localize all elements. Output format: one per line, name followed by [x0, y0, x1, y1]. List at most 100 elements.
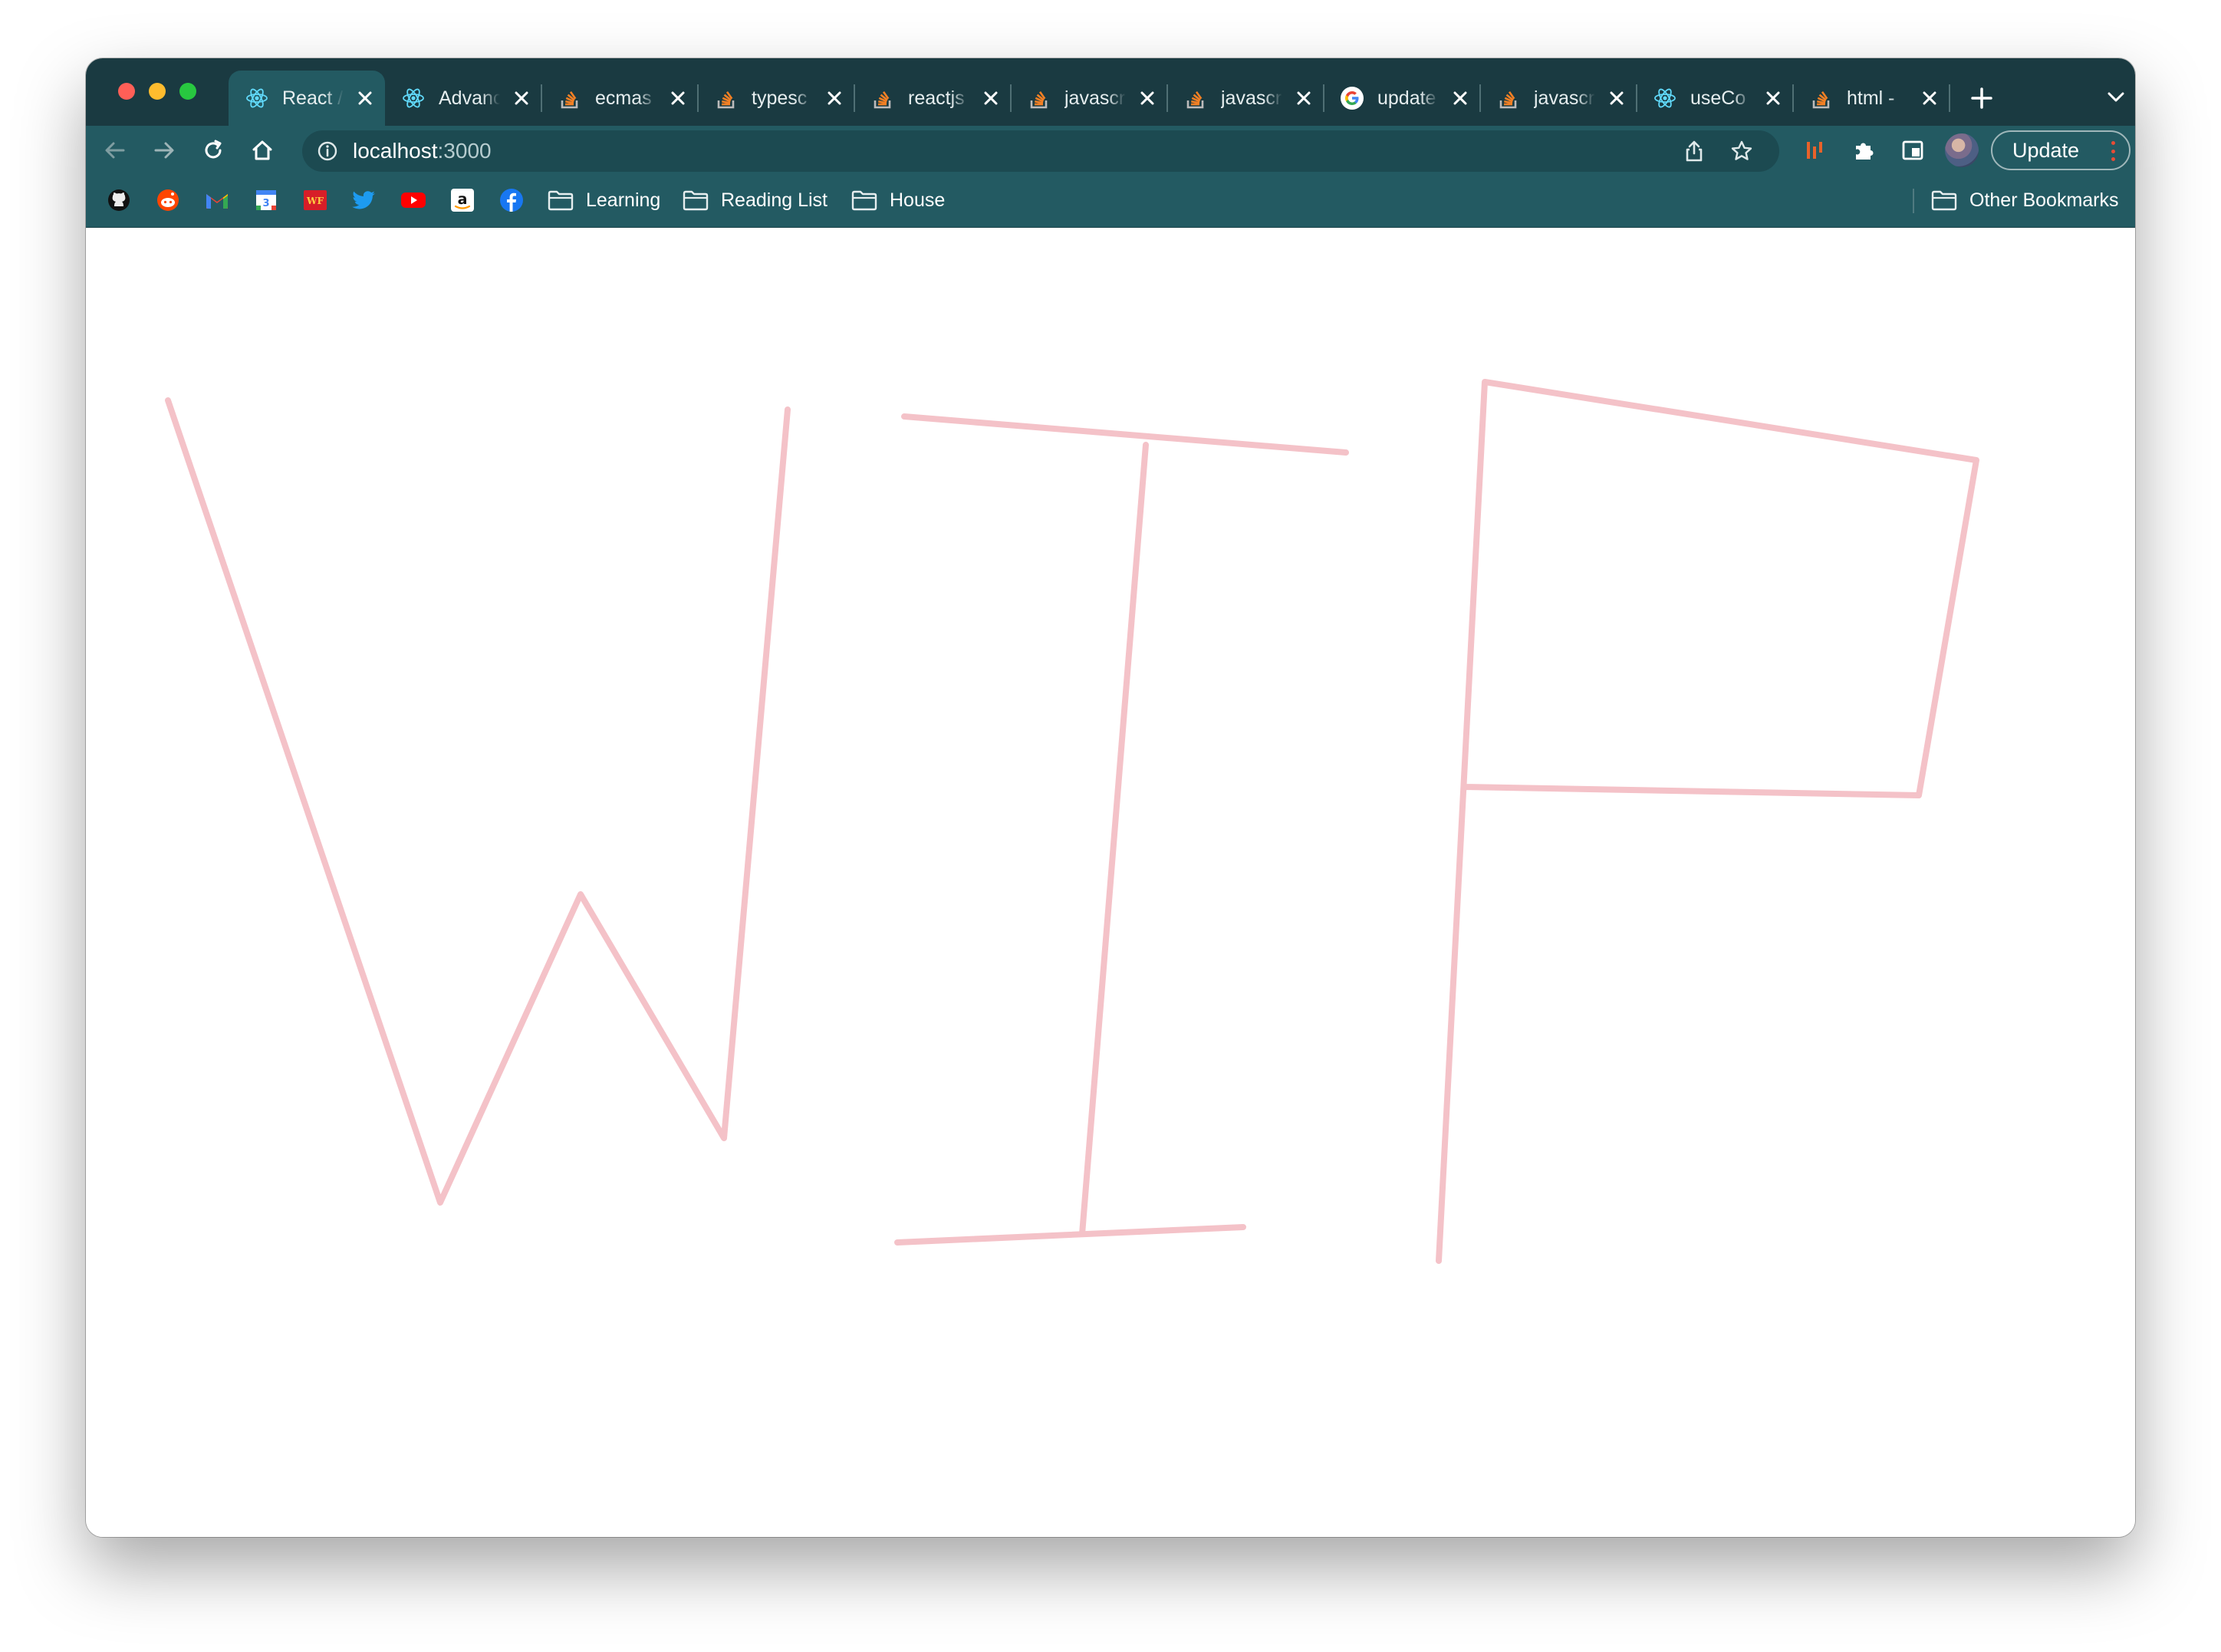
tab-search-button[interactable] [2104, 86, 2127, 109]
tab-2[interactable]: Advanc [385, 71, 541, 126]
folder-icon [851, 189, 877, 211]
google-calendar-icon[interactable]: 3 [253, 187, 279, 213]
extension-bars-icon[interactable] [1799, 135, 1830, 166]
letter-p-stroke [1436, 379, 1979, 1264]
bookmark-folder-label: Learning [586, 189, 661, 211]
twitter-icon[interactable] [351, 187, 377, 213]
close-icon[interactable] [667, 87, 689, 109]
menu-dots-icon[interactable] [2111, 141, 2115, 161]
tab-title: reactjs [908, 87, 965, 109]
tab-separator [1323, 84, 1324, 112]
letter-i-stem-stroke [1079, 442, 1149, 1237]
close-icon[interactable] [980, 87, 1002, 109]
youtube-icon[interactable] [400, 187, 426, 213]
stackoverflow-icon [713, 85, 739, 111]
close-icon[interactable] [1449, 87, 1471, 109]
back-button[interactable] [100, 135, 130, 166]
react-icon [244, 85, 270, 111]
reading-mode-icon[interactable] [1897, 135, 1928, 166]
reddit-icon[interactable] [155, 187, 181, 213]
profile-avatar[interactable] [1945, 133, 1979, 167]
update-button[interactable]: Update [1991, 130, 2131, 170]
bookmark-star-icon[interactable] [1730, 140, 1753, 163]
tab-4[interactable]: typesc [698, 71, 854, 126]
tab-separator [1166, 84, 1168, 112]
bookmarks-bar: 3 WF a Learning Reading List House Other… [86, 175, 2135, 228]
amazon-icon[interactable]: a [449, 187, 475, 213]
stackoverflow-icon [1495, 85, 1522, 111]
close-icon[interactable] [1293, 87, 1315, 109]
bookmark-folder-house[interactable]: House [851, 186, 945, 215]
tab-1[interactable]: React / [229, 71, 385, 126]
reload-button[interactable] [198, 135, 229, 166]
tab-separator [1792, 84, 1794, 112]
tab-3[interactable]: ecmas [541, 71, 698, 126]
close-icon[interactable] [511, 87, 532, 109]
tab-separator [697, 84, 699, 112]
tab-11[interactable]: html - [1793, 71, 1950, 126]
close-icon[interactable] [1137, 87, 1158, 109]
letter-i-bottom-stroke [894, 1224, 1246, 1246]
share-icon[interactable] [1683, 140, 1706, 163]
tab-title: typesc [752, 87, 808, 109]
stackoverflow-icon [557, 85, 583, 111]
tab-separator [1636, 84, 1637, 112]
tab-title: React / [282, 87, 344, 109]
bookmark-folder-label: Reading List [721, 189, 828, 211]
url-port: :3000 [437, 139, 492, 163]
close-icon[interactable] [1762, 87, 1784, 109]
tab-separator [541, 84, 542, 112]
stackoverflow-icon [1026, 85, 1052, 111]
chevron-down-icon [2107, 92, 2124, 102]
tab-9[interactable]: javascr [1480, 71, 1637, 126]
close-icon[interactable] [824, 87, 845, 109]
tab-10[interactable]: useCo [1637, 71, 1793, 126]
drawing-canvas[interactable] [86, 228, 2135, 1537]
letter-w-stroke [165, 397, 791, 1206]
tab-title: html - [1847, 87, 1895, 109]
folder-icon [683, 189, 709, 211]
plus-icon [1971, 87, 1992, 109]
address-bar[interactable]: localhost:3000 [302, 130, 1779, 172]
site-info-icon[interactable] [316, 140, 339, 163]
tab-separator [854, 84, 855, 112]
react-icon [1652, 85, 1678, 111]
home-button[interactable] [247, 135, 278, 166]
other-bookmarks-folder[interactable]: Other Bookmarks [1931, 186, 2119, 215]
facebook-icon[interactable] [498, 187, 525, 213]
window-maximize-button[interactable] [179, 83, 196, 100]
close-icon[interactable] [1606, 87, 1627, 109]
react-icon [400, 85, 426, 111]
extensions-puzzle-icon[interactable] [1848, 135, 1879, 166]
window-minimize-button[interactable] [149, 83, 166, 100]
wf-icon[interactable]: WF [302, 187, 328, 213]
letter-i-top-stroke [901, 413, 1349, 456]
svg-text:3: 3 [262, 198, 269, 209]
window-close-button[interactable] [118, 83, 135, 100]
stackoverflow-icon [1808, 85, 1834, 111]
page-content [86, 228, 2135, 1537]
bookmark-folder-reading-list[interactable]: Reading List [683, 186, 828, 215]
arrow-left-icon [105, 142, 125, 159]
url-host: localhost [353, 139, 438, 163]
svg-text:a: a [458, 191, 468, 208]
url-text: localhost:3000 [353, 140, 492, 163]
tab-6[interactable]: javascr [1011, 71, 1167, 126]
tab-title: javascr [1534, 87, 1595, 109]
arrow-right-icon [154, 142, 174, 159]
update-label: Update [2012, 138, 2080, 162]
reload-icon [205, 140, 222, 159]
github-icon[interactable] [106, 187, 132, 213]
close-icon[interactable] [1919, 87, 1940, 109]
bookmark-folder-learning[interactable]: Learning [548, 186, 660, 215]
tab-7[interactable]: javascr [1167, 71, 1324, 126]
gmail-icon[interactable] [204, 187, 230, 213]
forward-button[interactable] [149, 135, 179, 166]
tab-5[interactable]: reactjs [854, 71, 1011, 126]
tab-8[interactable]: update [1324, 71, 1480, 126]
close-icon[interactable] [354, 87, 376, 109]
tab-separator [1010, 84, 1012, 112]
tab-separator [1949, 84, 1950, 112]
new-tab-button[interactable] [1966, 83, 1997, 114]
tab-title: Advanc [439, 87, 500, 109]
